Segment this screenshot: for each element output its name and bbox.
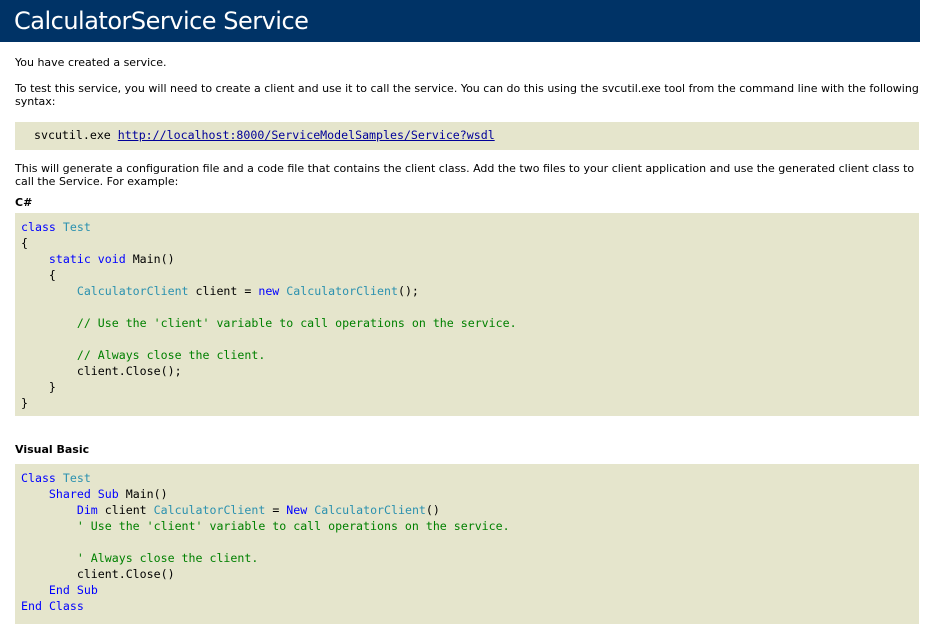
code-line: End Class — [21, 599, 84, 613]
csharp-code-block: class Test { static void Main() { Calcula… — [15, 213, 919, 416]
vb-label: Visual Basic — [15, 443, 90, 456]
code-line: { — [21, 236, 28, 250]
command-tool: svcutil.exe — [34, 128, 111, 142]
code-line: End Sub — [48, 583, 98, 597]
code-line: static void Main() — [48, 252, 175, 266]
code-line: Dim client CalculatorClient = New Calcul… — [76, 503, 440, 517]
code-line: } — [48, 380, 56, 394]
generate-section: This will generate a configuration file … — [0, 162, 934, 188]
vb-code-block: Class Test Shared Sub Main() Dim client … — [15, 464, 919, 624]
code-line: class Test — [21, 220, 91, 234]
code-line: client.Close(); — [76, 364, 182, 378]
generate-text: This will generate a configuration file … — [15, 162, 915, 188]
code-line: // Always close the client. — [76, 348, 266, 362]
code-line: Shared Sub Main() — [48, 487, 168, 501]
code-line: client.Close() — [76, 567, 175, 581]
code-line: ' Always close the client. — [76, 551, 259, 565]
wsdl-link[interactable]: http://localhost:8000/ServiceModelSample… — [118, 128, 495, 142]
intro-text: You have created a service. — [15, 56, 167, 69]
csharp-label: C# — [15, 196, 33, 209]
code-line: { — [48, 268, 56, 282]
code-line: } — [21, 396, 28, 410]
code-line: CalculatorClient client = new Calculator… — [76, 284, 419, 298]
code-line: ' Use the 'client' variable to call oper… — [76, 519, 510, 533]
instructions-text: To test this service, you will need to c… — [15, 82, 919, 108]
code-line: // Use the 'client' variable to call ope… — [76, 316, 517, 330]
page-title: CalculatorService Service — [0, 0, 920, 42]
code-line: Class Test — [21, 471, 91, 485]
command-box: svcutil.exe http://localhost:8000/Servic… — [15, 122, 919, 150]
main-content: You have created a service. To test this… — [0, 56, 934, 108]
